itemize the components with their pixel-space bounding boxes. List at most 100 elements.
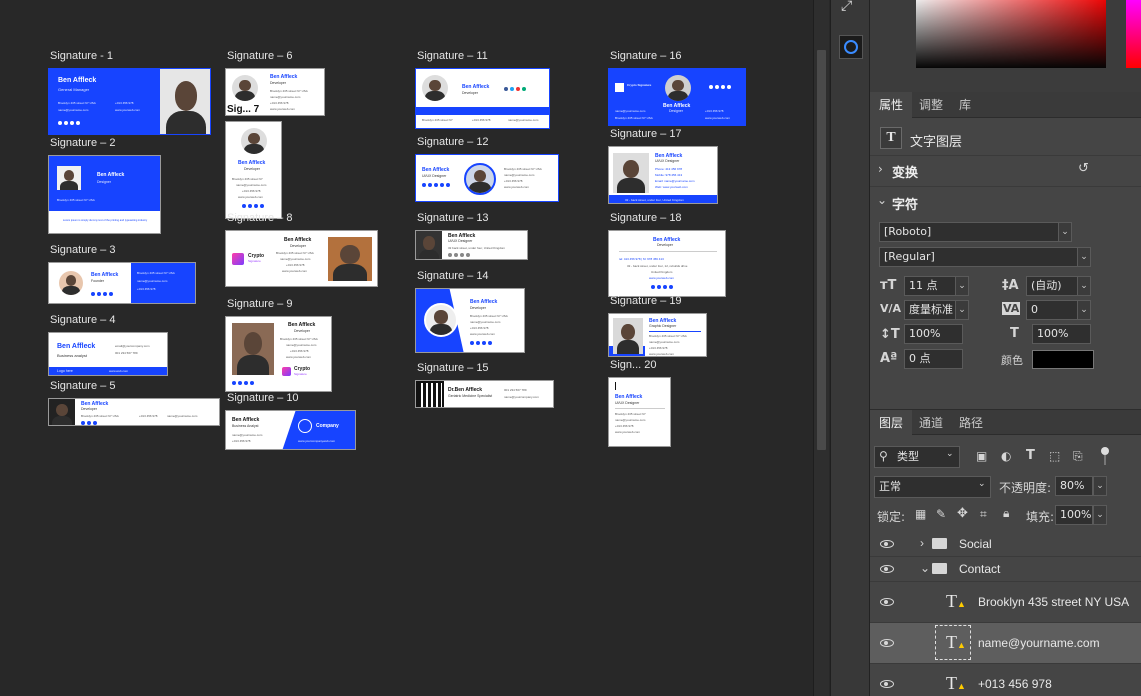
signature-card[interactable]: Crypto Signature Ben Affleck Designer na… <box>608 68 746 126</box>
lock-artboard-icon[interactable]: ⌗ <box>980 507 987 522</box>
fill-field[interactable]: 100% <box>1055 505 1093 525</box>
artboard-label[interactable]: Signature – 5 <box>50 380 115 392</box>
signature-card[interactable]: Ben Affleck Developer Brooklyn 435 stree… <box>225 316 332 392</box>
expand-arrow-icon[interactable]: ⤢ <box>841 0 861 14</box>
artboard-label[interactable]: Sign... 20 <box>610 359 656 371</box>
signature-card[interactable]: Ben Affleck UI/UX Designer Brooklyn 435 … <box>415 154 559 202</box>
signature-card[interactable]: Ben Affleck Developer Brooklyn 435 stree… <box>415 288 525 353</box>
signature-card[interactable]: Ben Affleck Developer Brooklyn 435 stree… <box>225 121 282 219</box>
artboard-label[interactable]: Signature – 19 <box>610 295 682 307</box>
signature-card[interactable]: Ben Affleck Developer Brooklyn 435 stree… <box>415 68 550 129</box>
layer-row-group[interactable]: ⌄ Contact <box>870 557 1141 581</box>
chevron-down-icon[interactable]: ⌄ <box>955 300 969 320</box>
chevron-down-icon[interactable]: ⌄ <box>1093 476 1107 496</box>
document-canvas[interactable]: Signature - 1 Ben Affleck General Manage… <box>0 0 813 696</box>
chevron-down-icon[interactable]: ⌄ <box>1077 247 1091 267</box>
baseline-shift-field[interactable]: 0 点 <box>904 349 963 369</box>
color-field[interactable] <box>916 0 1106 68</box>
chevron-down-icon[interactable]: ⌄ <box>1077 300 1091 320</box>
layer-row-text[interactable]: T▲ +013 456 978 <box>870 664 1141 696</box>
signature-card[interactable]: Ben Affleck Graphic Designer Brooklyn 43… <box>608 313 707 357</box>
canvas-vertical-scrollbar[interactable] <box>813 0 829 696</box>
font-style-select[interactable]: [Regular] <box>879 247 1078 267</box>
artboard-label[interactable]: Sig... 7 <box>227 104 259 115</box>
chevron-down-icon[interactable]: ⌄ <box>978 479 986 489</box>
tracking-field[interactable]: 0 <box>1026 300 1078 320</box>
lock-transparent-icon[interactable]: ▦ <box>915 507 926 521</box>
type-filter-icon[interactable]: T <box>1026 448 1035 463</box>
signature-card[interactable]: Ben Affleck Business Analyst name@yourna… <box>225 410 356 450</box>
smart-object-filter-icon[interactable]: ⎘ <box>1073 449 1083 464</box>
chevron-down-icon[interactable]: ⌄ <box>955 276 969 296</box>
layer-row-text[interactable]: T▲ Brooklyn 435 street NY USA <box>870 582 1141 622</box>
eye-icon[interactable] <box>880 680 894 688</box>
artboard-label[interactable]: Signature – 12 <box>417 136 489 148</box>
signature-card[interactable]: Ben Affleck Business analyst email@yourc… <box>48 332 168 376</box>
chevron-down-icon[interactable]: ⌄ <box>1077 276 1091 296</box>
scrollbar-thumb[interactable] <box>817 50 826 450</box>
artboard-label[interactable]: Signature – 16 <box>610 50 682 62</box>
signature-card[interactable]: Ben Affleck UI/UX Designer Brooklyn 435 … <box>608 377 671 447</box>
vertical-scale-field[interactable]: 100% <box>904 324 963 344</box>
eye-icon[interactable] <box>880 540 894 548</box>
layer-row-group[interactable]: › Social <box>870 532 1141 556</box>
navigator-icon[interactable] <box>839 35 863 59</box>
artboard-label[interactable]: Signature – 9 <box>227 298 292 310</box>
signature-card[interactable]: Ben Affleck UI/UX Designer Phone: 413 45… <box>608 146 718 204</box>
font-size-field[interactable]: 11 点 <box>904 276 956 296</box>
chevron-right-icon[interactable]: › <box>920 536 924 550</box>
lock-position-icon[interactable]: ✥ <box>957 506 968 521</box>
reset-transform-icon[interactable]: ↺ <box>1078 161 1089 176</box>
artboard-label[interactable]: Signature – 13 <box>417 212 489 224</box>
artboard-label[interactable]: Signature – 6 <box>227 50 292 62</box>
signature-card[interactable]: Dr.Ben Affleck Geriatric Medicine Specia… <box>415 380 554 408</box>
chevron-down-icon[interactable]: ⌄ <box>946 449 954 459</box>
tab-channels[interactable]: 通道 <box>910 410 952 436</box>
shape-filter-icon[interactable]: ⬚ <box>1049 449 1060 463</box>
text-color-swatch[interactable] <box>1032 350 1094 369</box>
eye-icon[interactable] <box>880 598 894 606</box>
tab-properties[interactable]: 属性 <box>870 92 913 118</box>
transform-section[interactable]: 变换 <box>892 162 918 181</box>
signature-card[interactable]: Ben Affleck Designer Brooklyn 435 street… <box>48 155 161 234</box>
signature-card[interactable]: Ben Affleck Developer tel: 413 456 978 |… <box>608 230 726 297</box>
layer-row-text-selected[interactable]: T▲ name@yourname.com <box>870 623 1141 663</box>
character-section[interactable]: 字符 <box>892 194 918 213</box>
signature-card[interactable]: Ben Affleck UI/UX Designer 32 back stree… <box>415 230 528 260</box>
artboard-label[interactable]: Signature – 15 <box>417 362 489 374</box>
image-filter-icon[interactable]: ▣ <box>976 449 987 463</box>
kerning-field[interactable]: 度量标准 <box>904 300 956 320</box>
lock-all-icon[interactable]: 🔒︎ <box>1003 506 1009 521</box>
tab-adjustments[interactable]: 调整 <box>910 92 952 118</box>
chevron-down-icon[interactable]: ⌄ <box>920 561 930 575</box>
lock-paint-icon[interactable]: ✎ <box>936 507 946 521</box>
signature-card[interactable]: Ben Affleck Founder Brooklyn 435 street … <box>48 262 196 304</box>
artboard-label[interactable]: Signature – 18 <box>610 212 682 224</box>
signature-card[interactable]: Ben Affleck Developer Brooklyn 435 stree… <box>48 398 220 426</box>
tab-paths[interactable]: 路径 <box>950 410 992 436</box>
eye-icon[interactable] <box>880 565 894 573</box>
eye-icon[interactable] <box>880 639 894 647</box>
artboard-label[interactable]: Signature – 10 <box>227 392 299 404</box>
chevron-down-icon[interactable]: ⌄ <box>1058 222 1072 242</box>
tab-libraries[interactable]: 库 <box>950 92 980 118</box>
artboard-label[interactable]: Signature – 2 <box>50 137 115 149</box>
horizontal-scale-field[interactable]: 100% <box>1032 324 1091 344</box>
chevron-right-icon[interactable]: › <box>878 162 883 176</box>
hue-slider[interactable] <box>1126 0 1141 68</box>
chevron-down-icon[interactable]: ⌄ <box>877 193 887 207</box>
filter-toggle-icon[interactable] <box>1101 447 1109 455</box>
leading-field[interactable]: (自动) <box>1026 276 1078 296</box>
artboard-label[interactable]: Signature - 1 <box>50 50 113 62</box>
signature-card[interactable]: Ben Affleck General Manager Brooklyn 435… <box>48 68 211 135</box>
artboard-label[interactable]: Signature – 14 <box>417 270 489 282</box>
color-picker[interactable] <box>870 0 1141 92</box>
tab-layers[interactable]: 图层 <box>870 410 913 436</box>
artboard-label[interactable]: Signature – 3 <box>50 244 115 256</box>
artboard-label[interactable]: Signature – 11 <box>417 50 488 62</box>
artboard-label[interactable]: Signature – 8 <box>227 212 292 224</box>
opacity-field[interactable]: 80% <box>1055 476 1093 496</box>
artboard-label[interactable]: Signature – 4 <box>50 314 115 326</box>
adjustment-filter-icon[interactable]: ◐ <box>1001 449 1011 463</box>
artboard-label[interactable]: Signature – 17 <box>610 128 682 140</box>
